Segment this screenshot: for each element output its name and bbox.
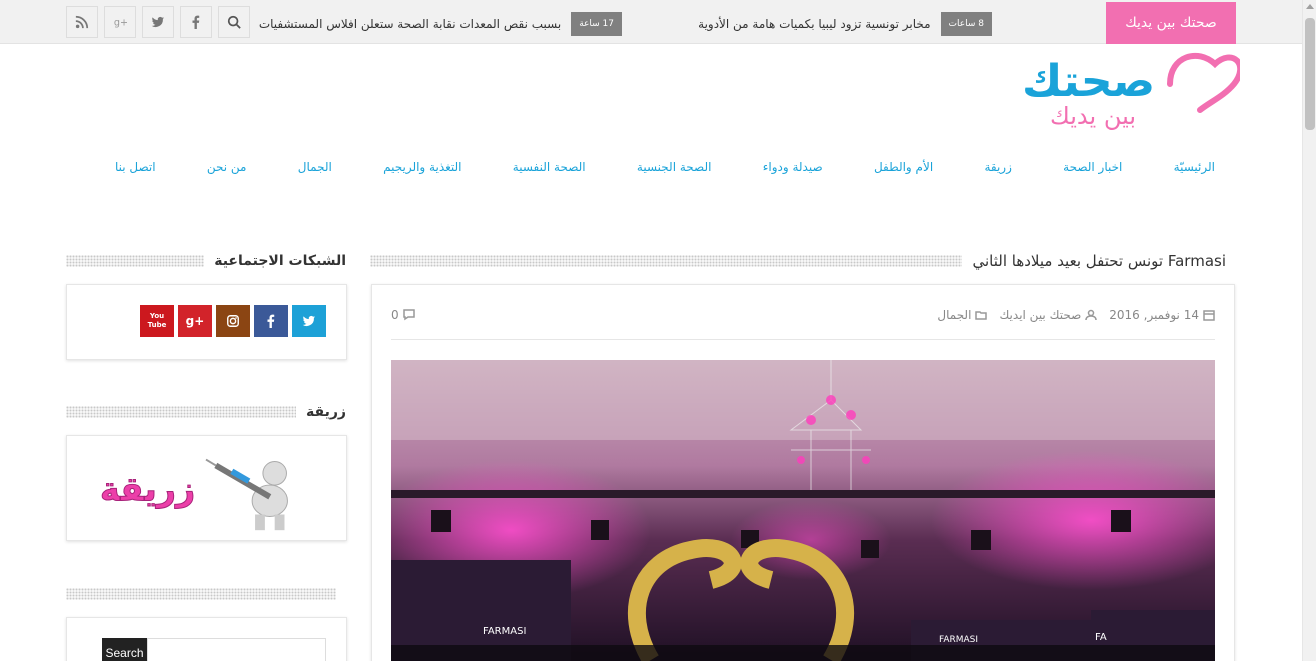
main-nav: الرئيسيّة اخبار الصحة زريقة الأم والطفل … (115, 160, 1215, 180)
nav-item-contact[interactable]: اتصل بنا (115, 160, 156, 180)
image-banner-text: FA (1095, 632, 1107, 643)
google-plus-icon[interactable]: g+ (104, 6, 136, 38)
top-bar: صحتك بين يديك 8 ساعات مخابر تونسية تزود … (0, 0, 1302, 44)
comment-icon (402, 309, 415, 321)
search-button[interactable]: Search (102, 638, 147, 661)
article-meta: 14 نوفمبر, 2016 صحتك بين ايديك الجمال 0 (391, 308, 1215, 328)
syringe-figure-icon (205, 458, 288, 531)
meta-comments[interactable]: 0 (391, 308, 415, 322)
nav-item-sexual-health[interactable]: الصحة الجنسية (637, 160, 712, 180)
meta-date: 14 نوفمبر, 2016 (1109, 308, 1215, 322)
instagram-button[interactable] (216, 305, 250, 337)
scroll-up-icon[interactable] (1306, 4, 1314, 9)
ticker-text: بسبب نقص المعدات نقابة الصحة ستعلن افلاس… (258, 17, 562, 31)
zriga-section-title: زريقة (66, 400, 346, 424)
rss-icon[interactable] (66, 6, 98, 38)
instagram-icon (227, 315, 239, 327)
ticker-item[interactable]: 17 ساعة بسبب نقص المعدات نقابة الصحة ستع… (259, 12, 622, 36)
title-divider (66, 255, 205, 267)
nav-item-pharmacy[interactable]: صيدلة ودواء (763, 160, 823, 180)
nav-item-nutrition[interactable]: التغذية والريجيم (383, 160, 461, 180)
search-section-title (66, 582, 336, 606)
calendar-icon (1203, 310, 1215, 321)
title-divider (66, 406, 297, 418)
nav-item-about[interactable]: من نحن (207, 160, 247, 180)
ticker-item[interactable]: 8 ساعات مخابر تونسية تزود ليبيا بكميات ه… (698, 12, 992, 36)
page-scrollbar[interactable] (1302, 0, 1316, 661)
meta-author[interactable]: صحتك بين ايديك (999, 308, 1098, 322)
article-image[interactable]: FARMASI FARMASI FA (391, 360, 1215, 661)
social-section-title: الشبكات الاجتماعية (66, 249, 346, 273)
logo-sub-text: بين يديك (1050, 102, 1136, 130)
twitter-icon (302, 315, 316, 327)
ticker-text: مخابر تونسية تزود ليبيا بكميات هامة من ا… (698, 17, 931, 31)
facebook-button[interactable] (254, 305, 288, 337)
article-title-bar: Farmasi تونس تحتفل بعيد ميلادها الثاني (370, 249, 1226, 273)
google-plus-icon: g+ (185, 314, 205, 328)
user-icon (1085, 309, 1098, 321)
time-badge: 8 ساعات (940, 12, 992, 36)
site-logo[interactable]: صحتك بين يديك (1020, 44, 1244, 134)
nav-item-health-news[interactable]: اخبار الصحة (1063, 160, 1122, 180)
svg-text:g+: g+ (114, 18, 127, 29)
nav-item-beauty[interactable]: الجمال (298, 160, 332, 180)
nav-item-home[interactable]: الرئيسيّة (1174, 160, 1215, 180)
youtube-icon: You Tube (147, 312, 167, 329)
title-divider (370, 255, 963, 267)
youtube-button[interactable]: You Tube (140, 305, 174, 337)
meta-divider (391, 339, 1215, 340)
nav-item-mental-health[interactable]: الصحة النفسية (513, 160, 586, 180)
nav-item-zriga[interactable]: زريقة (984, 160, 1011, 180)
scrollbar-thumb[interactable] (1305, 18, 1315, 130)
logo-main-text: صحتك (1022, 56, 1155, 107)
facebook-icon[interactable] (180, 6, 212, 38)
title-divider (66, 588, 336, 600)
zriga-banner-text: زريقة (100, 470, 195, 509)
image-banner-text: FARMASI (483, 626, 526, 637)
brand-tag[interactable]: صحتك بين يديك (1106, 2, 1236, 44)
search-form: Search (102, 638, 326, 661)
folder-icon (975, 311, 988, 320)
nav-item-mother-child[interactable]: الأم والطفل (874, 160, 933, 180)
meta-category[interactable]: الجمال (937, 308, 988, 322)
facebook-icon (267, 314, 275, 328)
google-plus-button[interactable]: g+ (178, 305, 212, 337)
zriga-banner[interactable]: زريقة (66, 435, 347, 541)
twitter-button[interactable] (292, 305, 326, 337)
search-icon[interactable] (218, 6, 250, 38)
search-input[interactable] (147, 638, 326, 661)
article-title[interactable]: Farmasi تونس تحتفل بعيد ميلادها الثاني (962, 252, 1226, 270)
time-badge: 17 ساعة (571, 12, 622, 36)
twitter-icon[interactable] (142, 6, 174, 38)
image-banner-text: FARMASI (939, 635, 978, 645)
